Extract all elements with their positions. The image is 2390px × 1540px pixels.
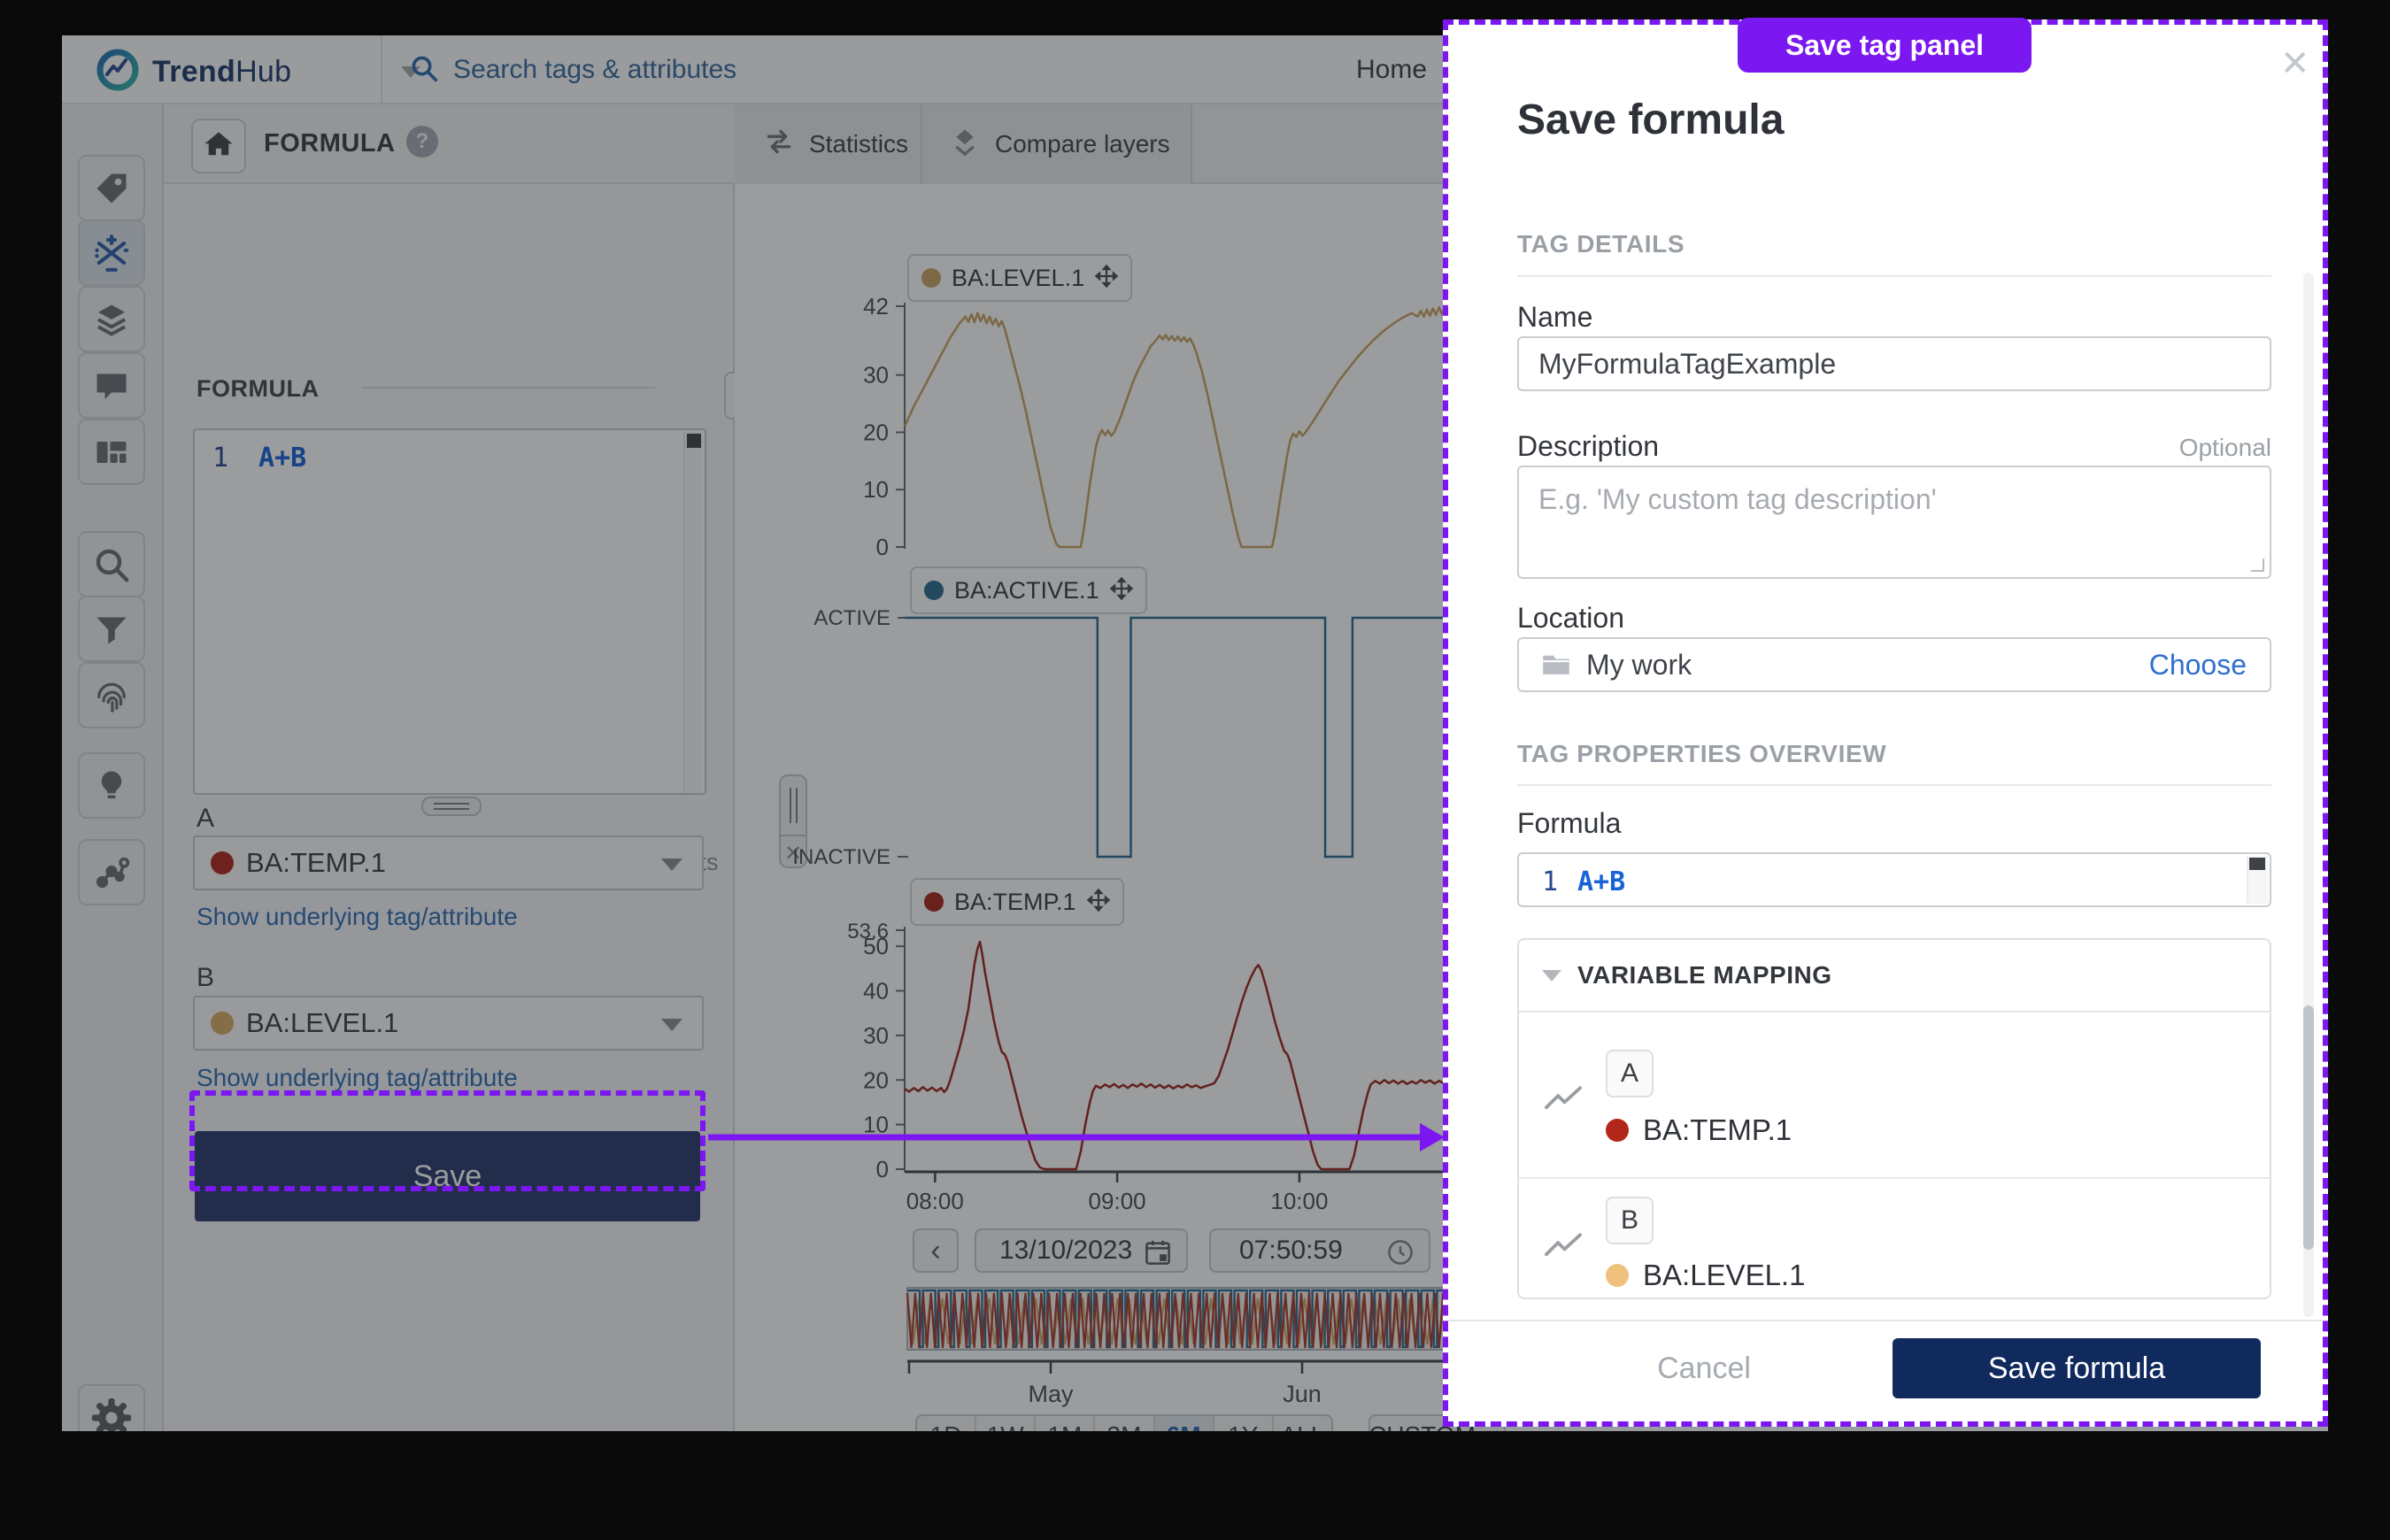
location-label: Location bbox=[1517, 602, 1624, 635]
variable-mapping-title: VARIABLE MAPPING bbox=[1577, 961, 1832, 989]
tag-color-dot bbox=[1606, 1119, 1629, 1142]
tag-details-label: TAG DETAILS bbox=[1517, 230, 1685, 258]
cancel-button[interactable]: Cancel bbox=[1632, 1340, 1776, 1397]
tag-name: BA:LEVEL.1 bbox=[1643, 1259, 1805, 1292]
trend-line-icon bbox=[1544, 1230, 1583, 1265]
variable-mapping-card: VARIABLE MAPPING A BA:TEMP.1 B BA:LEVEL.… bbox=[1517, 938, 2271, 1299]
optional-hint: Optional bbox=[1448, 434, 2271, 462]
formula-code: A+B bbox=[1577, 866, 1625, 897]
variable-chip-b: B bbox=[1606, 1197, 1654, 1244]
description-textarea[interactable]: E.g. 'My custom tag description' bbox=[1517, 466, 2271, 579]
variable-mapping-header[interactable]: VARIABLE MAPPING bbox=[1519, 940, 2270, 1013]
mapped-tag-a: BA:TEMP.1 bbox=[1606, 1113, 1792, 1147]
save-button-highlight bbox=[189, 1090, 705, 1191]
caret-down-icon bbox=[1542, 970, 1561, 982]
mapped-tag-b: BA:LEVEL.1 bbox=[1606, 1259, 1805, 1292]
save-formula-button[interactable]: Save formula bbox=[1893, 1338, 2261, 1398]
scrollbar[interactable] bbox=[2247, 856, 2268, 904]
resize-handle[interactable] bbox=[2250, 558, 2264, 572]
save-tag-panel-badge: Save tag panel bbox=[1738, 18, 2032, 73]
tag-color-dot bbox=[1606, 1264, 1629, 1287]
scrollbar-thumb[interactable] bbox=[2249, 858, 2265, 870]
name-label: Name bbox=[1517, 301, 1592, 334]
divider bbox=[1517, 784, 2271, 786]
scrollbar-thumb[interactable] bbox=[2303, 1005, 2314, 1250]
name-value: MyFormulaTagExample bbox=[1538, 348, 1836, 381]
variable-chip-a: A bbox=[1606, 1050, 1654, 1097]
folder-icon bbox=[1540, 649, 1572, 681]
formula-line-number: 1 bbox=[1542, 866, 1558, 897]
close-icon[interactable]: ✕ bbox=[2280, 46, 2310, 81]
name-input[interactable]: MyFormulaTagExample bbox=[1517, 336, 2271, 391]
divider bbox=[1448, 1320, 2323, 1321]
description-placeholder: E.g. 'My custom tag description' bbox=[1538, 483, 1937, 516]
tag-name: BA:TEMP.1 bbox=[1643, 1113, 1792, 1147]
divider bbox=[1517, 275, 2271, 277]
choose-location-link[interactable]: Choose bbox=[2149, 649, 2247, 681]
formula-label: Formula bbox=[1517, 807, 1621, 840]
location-field[interactable]: My work Choose bbox=[1517, 637, 2271, 692]
formula-preview: 1 A+B bbox=[1517, 852, 2271, 907]
save-formula-panel: ✕ Save formula TAG DETAILS Name MyFormul… bbox=[1443, 19, 2328, 1427]
divider bbox=[1519, 1177, 2270, 1179]
location-value: My work bbox=[1586, 649, 1692, 681]
panel-title: Save formula bbox=[1517, 96, 1784, 144]
screenshot-frame: TrendHub Search tags & attributes Home bbox=[0, 0, 2390, 1540]
tag-properties-label: TAG PROPERTIES OVERVIEW bbox=[1517, 740, 1886, 768]
trend-line-icon bbox=[1544, 1083, 1583, 1118]
